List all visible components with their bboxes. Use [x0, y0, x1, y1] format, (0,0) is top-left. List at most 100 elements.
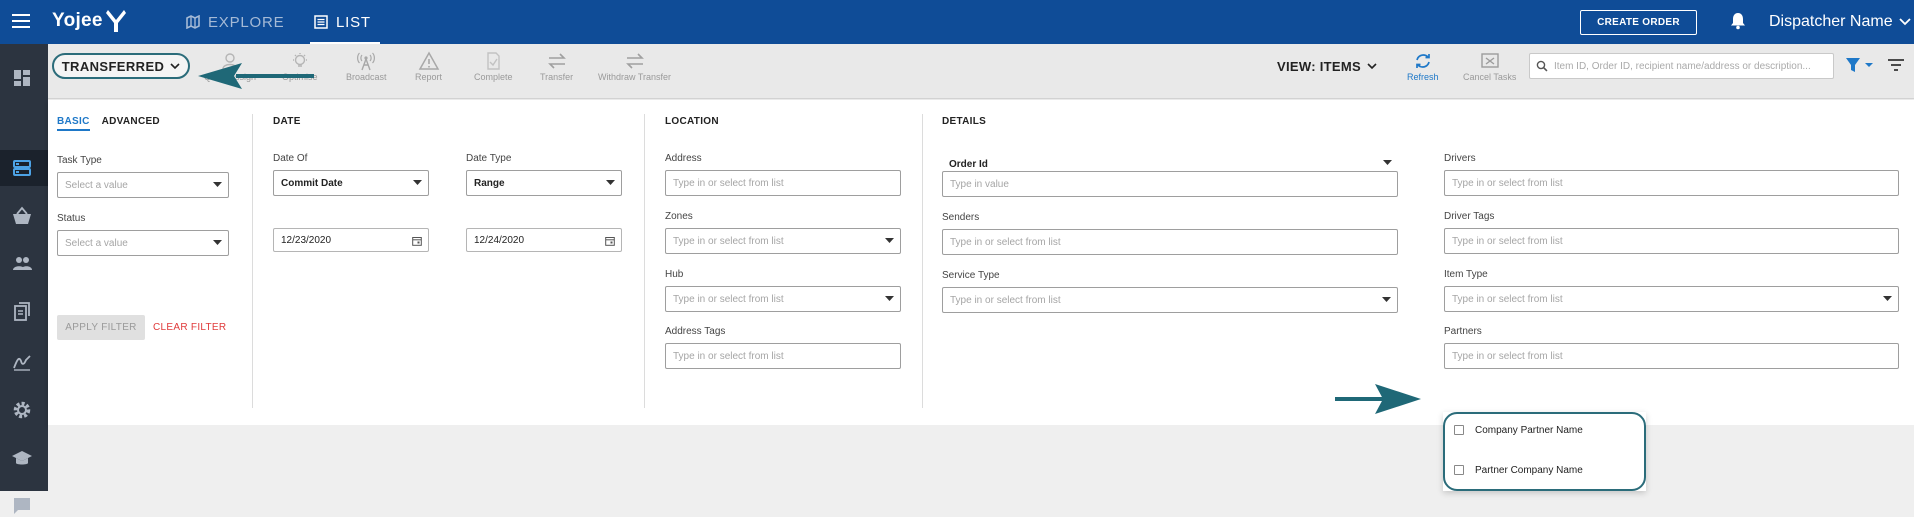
yojee-logo[interactable]: Yojee: [52, 6, 127, 36]
zones-input[interactable]: [673, 235, 900, 247]
address-input[interactable]: [673, 177, 900, 189]
caret-down-icon: [885, 296, 894, 301]
caret-down-icon: [413, 180, 422, 185]
bell-icon[interactable]: [1730, 12, 1746, 30]
withdraw-transfer-label: Withdraw Transfer: [598, 72, 672, 82]
address-field[interactable]: [665, 170, 901, 196]
optimise-button[interactable]: Optimise: [282, 50, 318, 90]
broadcast-button[interactable]: Broadcast: [346, 50, 387, 90]
hub-select[interactable]: [665, 286, 901, 312]
partners-input[interactable]: [1452, 350, 1898, 362]
checkbox[interactable]: [1454, 425, 1464, 435]
chevron-down-icon: [1367, 63, 1377, 70]
cancel-tasks-button[interactable]: Cancel Tasks: [1463, 50, 1516, 90]
nav-list[interactable]: LIST: [314, 0, 371, 44]
hamburger-menu-icon[interactable]: [12, 14, 30, 28]
details-section-title: DETAILS: [942, 116, 987, 127]
tab-advanced[interactable]: ADVANCED: [102, 116, 160, 131]
documents-icon[interactable]: [11, 301, 33, 323]
task-type-label: Task Type: [57, 155, 102, 166]
partners-dropdown-list: Company Partner Name Partner Company Nam…: [1443, 412, 1646, 491]
settings-icon[interactable]: [11, 399, 33, 421]
people-icon[interactable]: [11, 253, 33, 275]
service-type-input[interactable]: [950, 294, 1397, 306]
signature-icon[interactable]: [11, 351, 33, 373]
service-type-select[interactable]: [942, 287, 1398, 313]
partner-option[interactable]: Partner Company Name: [1454, 462, 1583, 478]
user-menu[interactable]: Dispatcher Name: [1769, 0, 1911, 44]
caret-down-icon: [1383, 160, 1392, 165]
partner-option-label: Company Partner Name: [1475, 424, 1583, 436]
task-type-select[interactable]: [57, 172, 229, 198]
filter-icon[interactable]: [1845, 57, 1875, 73]
zones-select[interactable]: [665, 228, 901, 254]
list-view-icon[interactable]: [11, 157, 33, 179]
transfer-button[interactable]: Transfer: [540, 50, 573, 90]
date-of-select[interactable]: Commit Date: [273, 170, 429, 196]
address-tags-label: Address Tags: [665, 326, 726, 337]
view-selector[interactable]: VIEW: ITEMS: [1277, 59, 1377, 74]
date-of-label: Date Of: [273, 153, 308, 164]
calendar-icon[interactable]: [605, 236, 615, 246]
status-input[interactable]: [65, 237, 228, 249]
complete-label: Complete: [474, 72, 513, 82]
checkbox[interactable]: [1454, 465, 1464, 475]
caret-down-icon: [1382, 297, 1391, 302]
senders-input[interactable]: [950, 236, 1397, 248]
nav-explore-label: EXPLORE: [208, 13, 285, 31]
partners-field[interactable]: [1444, 343, 1899, 369]
report-button[interactable]: Report: [415, 50, 442, 90]
nav-explore[interactable]: EXPLORE: [186, 0, 284, 44]
withdraw-transfer-icon: [625, 53, 644, 69]
drivers-field[interactable]: [1444, 170, 1899, 196]
date-type-value: Range: [474, 177, 505, 189]
date-from-field[interactable]: 12/23/2020: [273, 228, 429, 252]
order-id-label: Order Id: [949, 158, 988, 170]
complete-button[interactable]: Complete: [474, 50, 513, 90]
date-to-field[interactable]: 12/24/2020: [466, 228, 622, 252]
refresh-button[interactable]: Refresh: [1407, 50, 1439, 90]
toolbar: TRANSFERRED Quick Assign Optimise Broadc…: [48, 44, 1914, 99]
partner-option[interactable]: Company Partner Name: [1454, 422, 1583, 438]
school-icon[interactable]: [11, 447, 33, 469]
divider: [922, 114, 923, 408]
nav-list-label: LIST: [336, 13, 371, 31]
search-input[interactable]: [1553, 60, 1833, 72]
address-label: Address: [665, 153, 702, 164]
search-icon: [1536, 60, 1548, 72]
caret-down-icon: [1883, 296, 1892, 301]
divider: [252, 114, 253, 408]
address-tags-field[interactable]: [665, 343, 901, 369]
sort-icon[interactable]: [1887, 58, 1905, 72]
address-tags-input[interactable]: [673, 350, 900, 362]
quick-assign-button[interactable]: Quick Assign: [204, 50, 256, 90]
item-type-input[interactable]: [1452, 293, 1898, 305]
chat-icon[interactable]: [11, 495, 33, 517]
order-id-input[interactable]: [950, 178, 1397, 190]
driver-tags-field[interactable]: [1444, 228, 1899, 254]
dashboard-icon[interactable]: [11, 67, 33, 89]
hub-input[interactable]: [673, 293, 900, 305]
task-type-input[interactable]: [65, 179, 228, 191]
basket-icon[interactable]: [11, 205, 33, 227]
create-order-button[interactable]: CREATE ORDER: [1580, 10, 1697, 35]
clear-filter-button[interactable]: CLEAR FILTER: [153, 315, 226, 340]
order-id-field[interactable]: [942, 171, 1398, 197]
withdraw-transfer-button[interactable]: Withdraw Transfer: [598, 50, 671, 90]
quick-assign-icon: [222, 53, 238, 70]
item-type-select[interactable]: [1444, 286, 1899, 312]
drivers-input[interactable]: [1452, 177, 1898, 189]
date-type-select[interactable]: Range: [466, 170, 622, 196]
search-box[interactable]: [1529, 53, 1834, 79]
sidebar: [0, 44, 48, 514]
transfer-arrows-icon: [547, 53, 566, 69]
location-section-title: LOCATION: [665, 116, 719, 127]
status-select[interactable]: [57, 230, 229, 256]
apply-filter-button[interactable]: APPLY FILTER: [57, 315, 145, 340]
senders-field[interactable]: [942, 229, 1398, 255]
tab-basic[interactable]: BASIC: [57, 116, 90, 131]
status-filter-dropdown[interactable]: TRANSFERRED: [52, 53, 190, 79]
calendar-icon[interactable]: [412, 236, 422, 246]
driver-tags-input[interactable]: [1452, 235, 1898, 247]
partner-option-label: Partner Company Name: [1475, 464, 1583, 476]
